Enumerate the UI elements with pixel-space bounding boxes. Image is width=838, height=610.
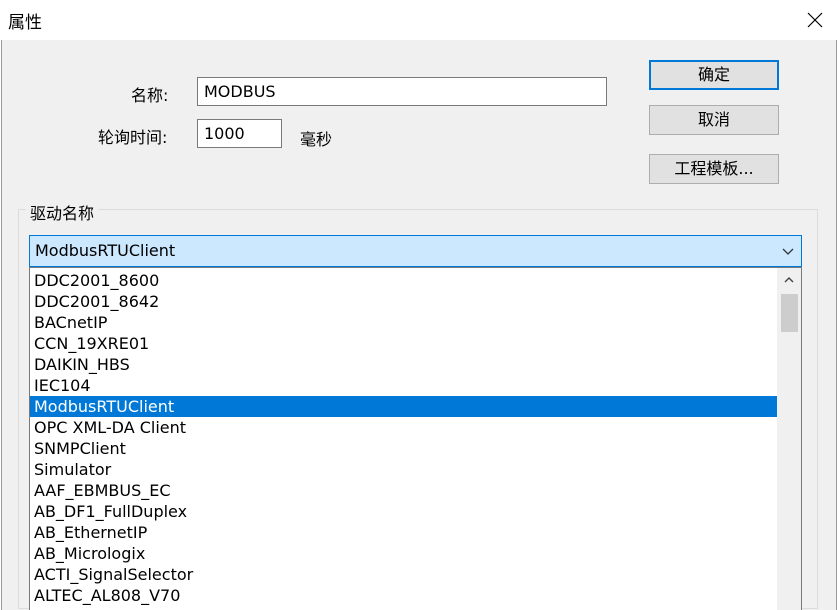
driver-list-item[interactable]: AB_Micrologix [30, 543, 777, 564]
scroll-thumb[interactable] [781, 294, 798, 332]
driver-list-item[interactable]: DDC2001_8600 [30, 270, 777, 291]
driver-list-item[interactable]: BACnetIP [30, 312, 777, 333]
driver-list-item[interactable]: DDC2001_8642 [30, 291, 777, 312]
title-bar: 属性 [0, 0, 838, 40]
driver-list-item[interactable]: CCN_19XRE01 [30, 333, 777, 354]
driver-list-item[interactable]: AAF_EBMBUS_EC [30, 480, 777, 501]
driver-list-item[interactable]: AB_EthernetIP [30, 522, 777, 543]
project-template-button[interactable]: 工程模板... [649, 154, 779, 184]
dialog-title: 属性 [8, 13, 42, 33]
ok-button[interactable]: 确定 [649, 60, 779, 90]
driver-list-item[interactable]: ACTI_SignalSelector [30, 564, 777, 585]
poll-time-field[interactable]: 1000 [197, 119, 282, 148]
driver-group-label: 驱动名称 [26, 200, 99, 224]
chevron-up-icon [784, 277, 794, 283]
name-label: 名称: [131, 86, 169, 105]
driver-list-item[interactable]: ModbusRTUClient [30, 396, 777, 417]
properties-dialog: 属性 名称: MODBUS 轮询时间: 1000 毫秒 确定 取消 工程模板..… [0, 0, 838, 610]
scroll-up-button[interactable] [777, 270, 801, 290]
close-icon [807, 12, 823, 28]
driver-list-item[interactable]: Simulator [30, 459, 777, 480]
driver-list: DDC2001_8600 DDC2001_8642 BACnetIP CCN_19XR… [30, 270, 777, 606]
driver-list-item[interactable]: AB_DF1_FullDuplex [30, 501, 777, 522]
name-field[interactable]: MODBUS [197, 77, 607, 106]
driver-list-item[interactable]: OPC XML-DA Client [30, 417, 777, 438]
driver-dropdown-list[interactable]: DDC2001_8600 DDC2001_8642 BACnetIP CCN_19XR… [29, 267, 802, 610]
poll-time-unit: 毫秒 [300, 130, 333, 149]
driver-list-item[interactable]: ALTEC_AL808_V70 [30, 585, 777, 606]
cancel-button[interactable]: 取消 [649, 105, 779, 135]
driver-list-item[interactable]: IEC104 [30, 375, 777, 396]
driver-combobox[interactable]: ModbusRTUClient [29, 235, 802, 267]
poll-time-label: 轮询时间: [98, 128, 168, 147]
close-button[interactable] [792, 0, 838, 40]
chevron-down-icon[interactable] [781, 244, 795, 258]
vertical-scrollbar[interactable] [777, 268, 801, 610]
driver-combobox-value: ModbusRTUClient [35, 241, 176, 260]
driver-list-item[interactable]: SNMPClient [30, 438, 777, 459]
driver-list-item[interactable]: DAIKIN_HBS [30, 354, 777, 375]
